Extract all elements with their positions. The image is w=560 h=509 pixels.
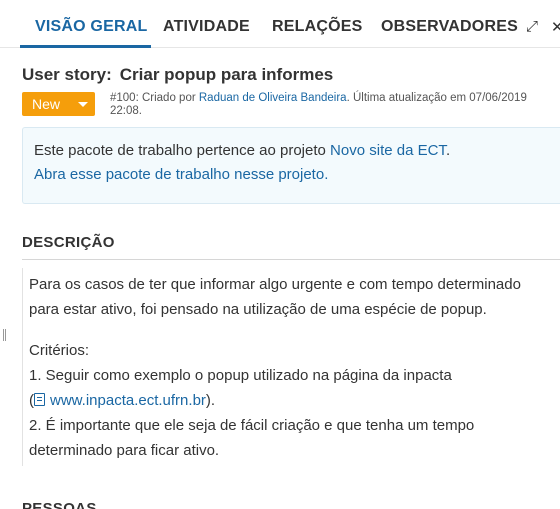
description-section-title: DESCRIÇÃO [22,234,115,251]
work-package-subject[interactable]: Criar popup para informes [120,65,333,84]
section-divider [22,259,560,260]
tab-activity[interactable]: ATIVIDADE [163,18,250,36]
description-editor[interactable]: Para os casos de ter que informar algo u… [22,268,560,466]
tab-relations[interactable]: RELAÇÕES [272,18,363,36]
project-notice: Este pacote de trabalho pertence ao proj… [22,127,560,204]
open-in-project-link[interactable]: Abra esse pacote de trabalho nesse proje… [34,166,328,183]
status-dropdown[interactable]: New [22,92,95,116]
project-link[interactable]: Novo site da ECT [330,142,446,159]
close-icon[interactable]: ✕ [551,18,560,36]
tab-bar: VISÃO GERAL ATIVIDADE RELAÇÕES OBSERVADO… [0,0,560,48]
tab-overview[interactable]: VISÃO GERAL [35,18,147,36]
work-package-meta: #100: Criado por Raduan de Oliveira Band… [110,92,527,117]
resize-handle[interactable] [3,329,6,341]
work-package-type: User story: [22,65,112,84]
work-package-title: User story: Criar popup para informes [22,65,333,85]
document-icon [34,393,45,406]
chevron-down-icon [78,102,88,107]
status-label: New [32,96,61,112]
expand-icon[interactable]: ⤢ [526,18,538,35]
tab-watchers[interactable]: OBSERVADORES [381,18,518,36]
author-link[interactable]: Raduan de Oliveira Bandeira [199,92,347,104]
people-section-title: PESSOAS [22,500,97,509]
active-tab-indicator [20,45,151,48]
inpacta-link[interactable]: www.inpacta.ect.ufrn.br [50,392,206,409]
